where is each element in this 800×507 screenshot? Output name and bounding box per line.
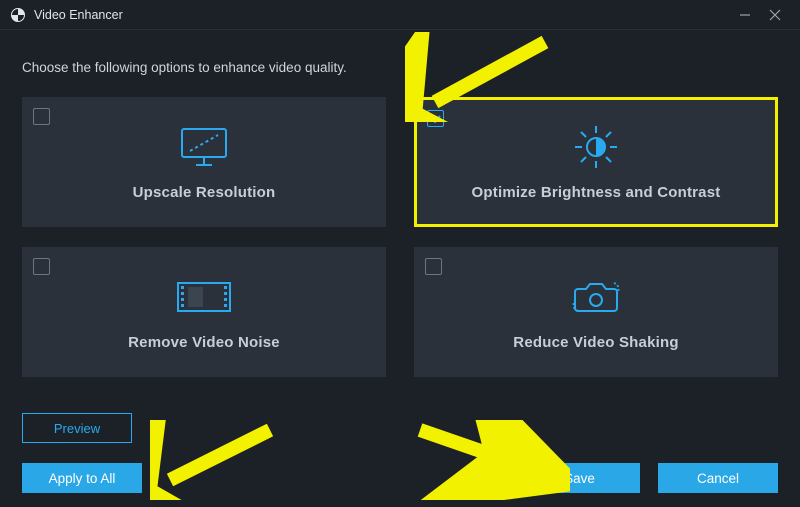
option-noise[interactable]: Remove Video Noise — [22, 247, 386, 377]
apply-all-button[interactable]: Apply to All — [22, 463, 142, 493]
window-title: Video Enhancer — [34, 8, 123, 22]
option-brightness[interactable]: Optimize Brightness and Contrast — [414, 97, 778, 227]
titlebar: Video Enhancer — [0, 0, 800, 30]
app-icon — [10, 7, 26, 23]
content-area: Choose the following options to enhance … — [0, 30, 800, 377]
close-button[interactable] — [760, 0, 790, 30]
cancel-button[interactable]: Cancel — [658, 463, 778, 493]
option-label: Optimize Brightness and Contrast — [472, 184, 721, 201]
preview-button[interactable]: Preview — [22, 413, 132, 443]
option-upscale[interactable]: Upscale Resolution — [22, 97, 386, 227]
option-label: Reduce Video Shaking — [513, 334, 678, 351]
save-button[interactable]: Save — [520, 463, 640, 493]
checkbox-noise[interactable] — [33, 258, 50, 275]
checkbox-shaking[interactable] — [425, 258, 442, 275]
footer: Preview Apply to All Save Cancel — [22, 413, 778, 493]
camera-shake-icon — [568, 274, 624, 320]
option-shaking[interactable]: Reduce Video Shaking — [414, 247, 778, 377]
checkbox-upscale[interactable] — [33, 108, 50, 125]
instruction-text: Choose the following options to enhance … — [22, 60, 778, 75]
options-grid: Upscale Resolution — [22, 97, 778, 377]
filmstrip-icon — [174, 274, 234, 320]
checkbox-brightness[interactable] — [427, 110, 444, 127]
monitor-icon — [176, 124, 232, 170]
minimize-button[interactable] — [730, 0, 760, 30]
option-label: Upscale Resolution — [133, 184, 276, 201]
brightness-icon — [571, 124, 621, 170]
option-label: Remove Video Noise — [128, 334, 280, 351]
